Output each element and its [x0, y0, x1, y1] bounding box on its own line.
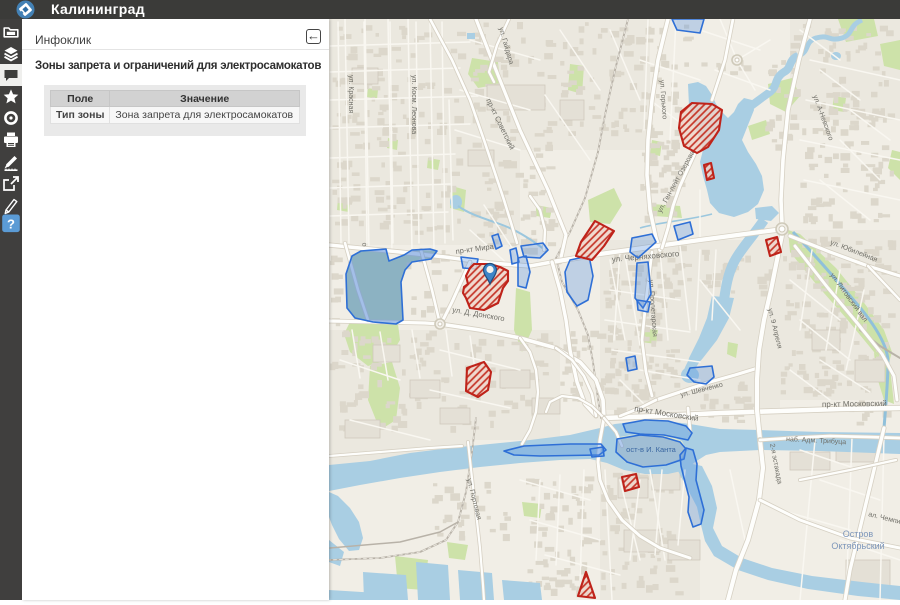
- svg-text:Остров: Остров: [843, 529, 874, 539]
- svg-text:ул. Красная: ул. Красная: [347, 75, 354, 113]
- svg-text:ул. Косм. Леонова: ул. Косм. Леонова: [410, 75, 417, 134]
- svg-text:пр-кт Московский: пр-кт Московский: [822, 399, 887, 409]
- svg-text:Октябрьский: Октябрьский: [831, 541, 884, 551]
- svg-text:ост-в И. Канта: ост-в И. Канта: [626, 445, 677, 454]
- svg-text:?: ?: [7, 217, 15, 232]
